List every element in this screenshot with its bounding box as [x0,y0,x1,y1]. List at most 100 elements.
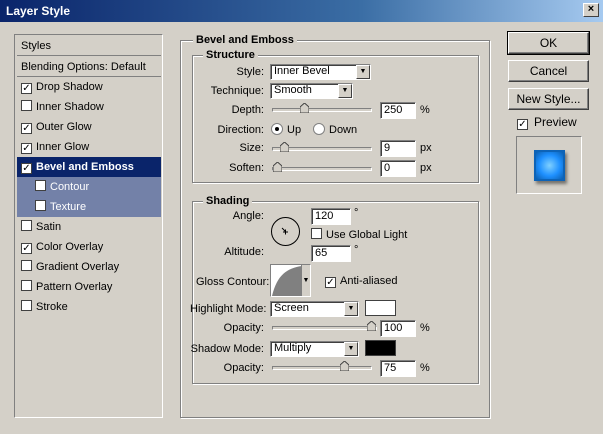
blending-options-item[interactable]: Blending Options: Default [17,57,161,77]
structure-title: Structure [203,49,258,61]
shadow-mode-select[interactable]: Multiply ▼ [270,341,359,357]
shadow-mode-label: Shadow Mode: [190,343,264,355]
highlight-color-swatch[interactable] [365,300,396,316]
style-item-satin[interactable]: Satin [17,217,161,237]
direction-down-radio[interactable]: Down [313,123,357,137]
style-item-contour[interactable]: Contour [17,177,161,197]
ok-button[interactable]: OK [507,31,590,55]
close-button[interactable]: × [583,3,599,17]
slider-thumb[interactable] [280,142,290,152]
styles-header[interactable]: Styles [17,36,161,56]
style-item-gradient-overlay[interactable]: Gradient Overlay [17,257,161,277]
style-item-pattern-overlay[interactable]: Pattern Overlay [17,277,161,297]
highlight-mode-select[interactable]: Screen ▼ [270,301,359,317]
technique-label: Technique: [210,85,264,97]
style-item-label: Inner Glow [36,141,90,153]
soften-slider[interactable] [272,162,372,172]
technique-value: Smooth [274,84,312,96]
soften-input[interactable]: 0 [380,160,416,177]
size-input[interactable]: 9 [380,140,416,157]
checkbox-icon[interactable]: ✓ [21,143,32,154]
style-item-bevel-and-emboss[interactable]: ✓ Bevel and Emboss [17,157,161,177]
checkbox-icon[interactable] [35,200,46,211]
depth-slider[interactable] [272,103,372,113]
size-slider[interactable] [272,142,372,152]
chevron-down-icon[interactable]: ▼ [301,265,310,296]
styles-list: Styles Blending Options: Default ✓ Drop S… [14,34,163,418]
checkbox-icon[interactable]: ✓ [517,119,528,130]
bevel-emboss-title: Bevel and Emboss [193,34,297,46]
checkbox-icon[interactable] [21,260,32,271]
checkbox-icon[interactable] [35,180,46,191]
checkbox-icon[interactable] [21,220,32,231]
slider-thumb[interactable] [339,361,349,371]
style-item-stroke[interactable]: Stroke [17,297,161,317]
chevron-down-icon[interactable]: ▼ [344,342,358,356]
gloss-contour-label: Gloss Contour: [196,276,270,288]
preview-checkbox[interactable]: ✓ Preview [517,115,577,130]
checkbox-icon[interactable] [21,280,32,291]
style-select[interactable]: Inner Bevel ▼ [270,64,371,80]
direction-label: Direction: [217,124,264,136]
style-item-label: Drop Shadow [36,81,103,93]
highlight-opacity-unit: % [420,322,430,334]
checkbox-icon[interactable] [311,228,322,239]
checkbox-icon[interactable]: ✓ [21,163,32,174]
depth-input[interactable]: 250 [380,102,416,119]
size-unit: px [420,142,432,154]
chevron-down-icon[interactable]: ▼ [344,302,358,316]
checkbox-icon[interactable]: ✓ [21,123,32,134]
style-item-color-overlay[interactable]: ✓ Color Overlay [17,237,161,257]
checkbox-icon[interactable] [21,100,32,111]
style-item-drop-shadow[interactable]: ✓ Drop Shadow [17,77,161,97]
shadow-opacity-label: Opacity: [223,362,264,374]
depth-label: Depth: [231,104,264,116]
contour-preview-icon [272,266,302,296]
style-item-label: Bevel and Emboss [36,161,134,173]
technique-select[interactable]: Smooth ▼ [270,83,353,99]
radio-off-icon[interactable] [313,123,325,135]
new-style-button[interactable]: New Style... [508,88,589,110]
global-light-checkbox[interactable]: Use Global Light [311,228,407,242]
shadow-opacity-input[interactable]: 75 [380,360,416,377]
angle-label: Angle: [232,210,264,222]
preview-label: Preview [534,115,577,129]
angle-unit: ° [354,207,359,219]
style-item-outer-glow[interactable]: ✓ Outer Glow [17,117,161,137]
slider-thumb[interactable] [367,321,376,331]
shadow-color-swatch[interactable] [365,340,396,356]
checkbox-icon[interactable]: ✓ [325,277,336,288]
slider-thumb[interactable] [299,103,309,113]
style-item-inner-glow[interactable]: ✓ Inner Glow [17,137,161,157]
dir-down-label: Down [329,124,358,136]
shadow-opacity-unit: % [420,362,430,374]
checkbox-icon[interactable]: ✓ [21,83,32,94]
checkbox-icon[interactable]: ✓ [21,243,32,254]
highlight-opacity-input[interactable]: 100 [380,320,416,337]
dir-up-label: Up [287,124,302,136]
altitude-input[interactable]: 65 [311,245,351,262]
cancel-button[interactable]: Cancel [508,60,589,82]
depth-unit: % [420,104,430,116]
style-item-inner-shadow[interactable]: Inner Shadow [17,97,161,117]
global-light-label: Use Global Light [326,229,408,241]
preview-thumbnail [516,136,582,194]
shadow-mode-value: Multiply [274,342,312,354]
angle-dial[interactable] [270,216,301,247]
highlight-opacity-slider[interactable] [272,321,377,331]
chevron-down-icon[interactable]: ▼ [338,84,352,98]
radio-on-icon[interactable] [271,123,283,135]
style-item-label: Pattern Overlay [36,281,113,293]
gloss-contour-picker[interactable]: ▼ [270,264,311,297]
shading-title: Shading [203,195,253,207]
style-item-label: Stroke [36,301,68,313]
shadow-opacity-slider[interactable] [272,361,372,371]
anti-aliased-checkbox[interactable]: ✓ Anti-aliased [325,274,397,288]
slider-thumb[interactable] [273,162,282,172]
direction-up-radio[interactable]: Up [271,123,301,137]
checkbox-icon[interactable] [21,300,32,311]
style-item-label: Inner Shadow [36,101,104,113]
angle-input[interactable]: 120 [311,208,351,225]
style-item-texture[interactable]: Texture [17,197,161,217]
chevron-down-icon[interactable]: ▼ [356,65,370,79]
